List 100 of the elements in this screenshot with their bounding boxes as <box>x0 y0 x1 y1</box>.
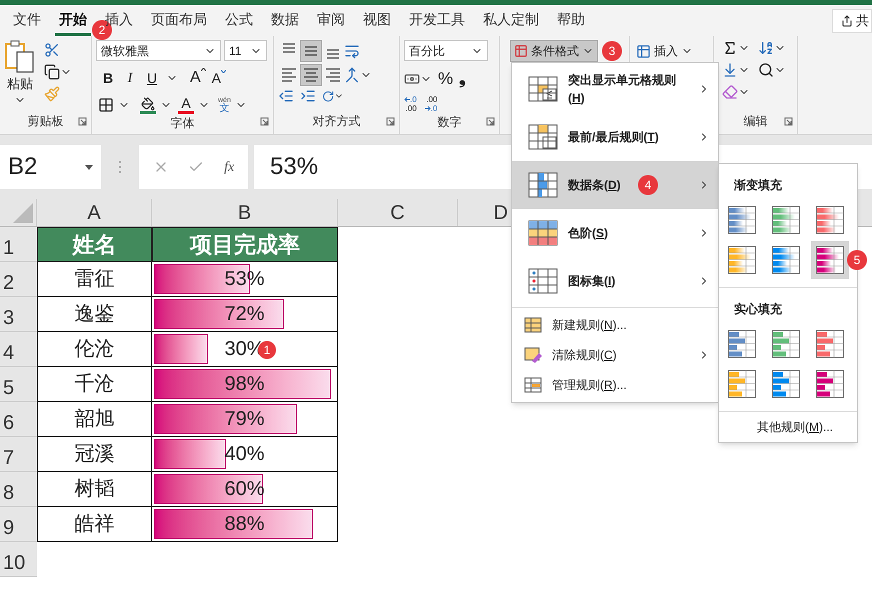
align-right-icon <box>326 68 340 82</box>
menu-item[interactable]: 管理规则(R)... <box>512 370 718 400</box>
ribbon-tab[interactable]: 开发工具 <box>405 5 469 36</box>
bold-button[interactable]: B <box>100 68 116 88</box>
section-title: 渐变填充 <box>734 178 782 192</box>
manage-rules-icon <box>524 377 542 393</box>
more-icon <box>118 160 122 174</box>
row-header[interactable]: 6 <box>0 402 37 437</box>
menu-item[interactable]: 突出显示单元格规则(H) <box>512 65 718 113</box>
row-header[interactable]: 4 <box>0 332 37 367</box>
table-icon <box>636 44 651 58</box>
decrease-indent-icon[interactable] <box>278 88 294 104</box>
percent-cell-value: 79% <box>223 407 266 432</box>
align-bottom-icon <box>326 49 340 59</box>
insert-cells-button[interactable]: 插入 <box>634 40 695 62</box>
increase-decimal-button[interactable]: .0 .00 <box>404 94 417 112</box>
insert-function-button[interactable]: fx <box>224 156 234 178</box>
clear-icon[interactable] <box>722 84 738 100</box>
percent-button[interactable]: % <box>438 66 454 92</box>
copy-icon[interactable] <box>44 64 60 80</box>
row-header[interactable]: 5 <box>0 367 37 402</box>
ribbon-tab[interactable]: 数据 <box>267 5 303 36</box>
column-header[interactable]: A <box>37 199 152 226</box>
name-cell: 皓祥 <box>37 507 152 542</box>
group-label: 字体 <box>170 115 194 132</box>
ribbon-tab[interactable]: 视图 <box>359 5 395 36</box>
cut-icon[interactable] <box>44 42 60 58</box>
left-arrow-icon <box>404 96 410 102</box>
percent-cell-value: 98% <box>223 372 266 397</box>
header-cell: 项目完成率 <box>152 227 338 262</box>
menu-item[interactable]: 色阶(S) <box>512 209 718 257</box>
increase-indent-icon[interactable] <box>300 88 316 104</box>
decrease-decimal-button[interactable]: .00 .0 <box>424 94 438 112</box>
sort-filter-icon[interactable] <box>758 40 774 56</box>
table-icon <box>514 44 528 58</box>
shrink-font-button[interactable]: A <box>212 68 226 88</box>
name-box[interactable]: B2 <box>0 145 101 189</box>
column-header[interactable]: B <box>152 199 338 226</box>
merge-cells-icon[interactable] <box>344 67 360 83</box>
fill-icon[interactable] <box>722 62 738 78</box>
ribbon-tab[interactable]: 公式 <box>221 5 257 36</box>
align-top-icon <box>282 43 296 53</box>
header-cell: 姓名 <box>37 227 152 262</box>
fill-color-icon[interactable] <box>141 96 155 110</box>
group-label: 编辑 <box>744 113 768 130</box>
row-header[interactable]: 8 <box>0 472 37 507</box>
name-cell: 雷征 <box>37 262 152 297</box>
row-header[interactable]: 9 <box>0 507 37 542</box>
column-header[interactable]: C <box>338 199 458 226</box>
orientation-icon[interactable] <box>322 88 334 104</box>
align-center-icon <box>304 68 318 82</box>
ribbon-tab[interactable]: 文件 <box>9 5 45 36</box>
dialog-launcher-icon[interactable] <box>486 117 495 126</box>
menu-item[interactable]: 清除规则(C) <box>512 340 718 370</box>
menu-item[interactable]: 新建规则(N)... <box>512 310 718 340</box>
dialog-launcher-icon[interactable] <box>78 117 87 126</box>
grow-font-button[interactable]: A <box>190 66 206 90</box>
wrap-text-icon[interactable] <box>344 43 360 59</box>
font-name-field[interactable]: 微软雅黑 <box>96 40 221 61</box>
conditional-format-button[interactable]: 条件格式 <box>510 40 598 62</box>
comma-style-button[interactable]: ❟ <box>459 66 466 92</box>
dialog-launcher-icon[interactable] <box>784 117 793 126</box>
ribbon-tab[interactable]: 帮助 <box>553 5 589 36</box>
right-arrow-icon <box>424 106 431 110</box>
section-title: 实心填充 <box>734 302 782 316</box>
caret-icon <box>85 164 93 170</box>
search-icon[interactable] <box>758 62 774 78</box>
align-left-icon <box>282 68 296 82</box>
ribbon-tab[interactable]: 审阅 <box>313 5 349 36</box>
name-cell: 千沧 <box>37 367 152 402</box>
share-icon <box>841 14 853 26</box>
step-badge: 5 <box>847 250 867 270</box>
alignment-button[interactable] <box>300 64 322 86</box>
step-badge: 3 <box>602 41 622 61</box>
menu-item[interactable]: 最前/最后规则(T) <box>512 113 718 161</box>
column-header[interactable]: D <box>458 199 510 226</box>
share-button[interactable]: 共 <box>832 8 872 32</box>
row-header[interactable]: 2 <box>0 262 37 297</box>
more-rules-item[interactable]: 其他规则(M)... <box>719 412 857 442</box>
menu-item[interactable]: 图标集(I) <box>512 257 718 305</box>
borders-icon[interactable] <box>98 97 114 113</box>
underline-button[interactable]: U <box>144 68 160 88</box>
number-format-field[interactable]: 百分比 <box>404 40 488 61</box>
data-bar-style[interactable] <box>811 241 849 279</box>
dialog-launcher-icon[interactable] <box>260 117 269 126</box>
row-header[interactable]: 1 <box>0 227 37 262</box>
row-header[interactable]: 10 <box>0 542 37 577</box>
up-caret-icon <box>200 68 206 71</box>
row-header[interactable]: 7 <box>0 437 37 472</box>
ribbon-tab[interactable]: 私人定制 <box>479 5 543 36</box>
paste-button[interactable]: 粘贴 <box>4 40 36 106</box>
ribbon-tab[interactable]: 页面布局 <box>147 5 211 36</box>
italic-button[interactable]: I <box>122 68 138 88</box>
row-header[interactable]: 3 <box>0 297 37 332</box>
alignment-button[interactable] <box>300 40 322 62</box>
group-label: 数字 <box>438 114 462 130</box>
dialog-launcher-icon[interactable] <box>386 117 395 126</box>
name-cell: 伦沧 <box>37 332 152 367</box>
font-size-field[interactable]: 11 <box>224 40 267 61</box>
font-color-button[interactable]: A <box>178 96 194 114</box>
